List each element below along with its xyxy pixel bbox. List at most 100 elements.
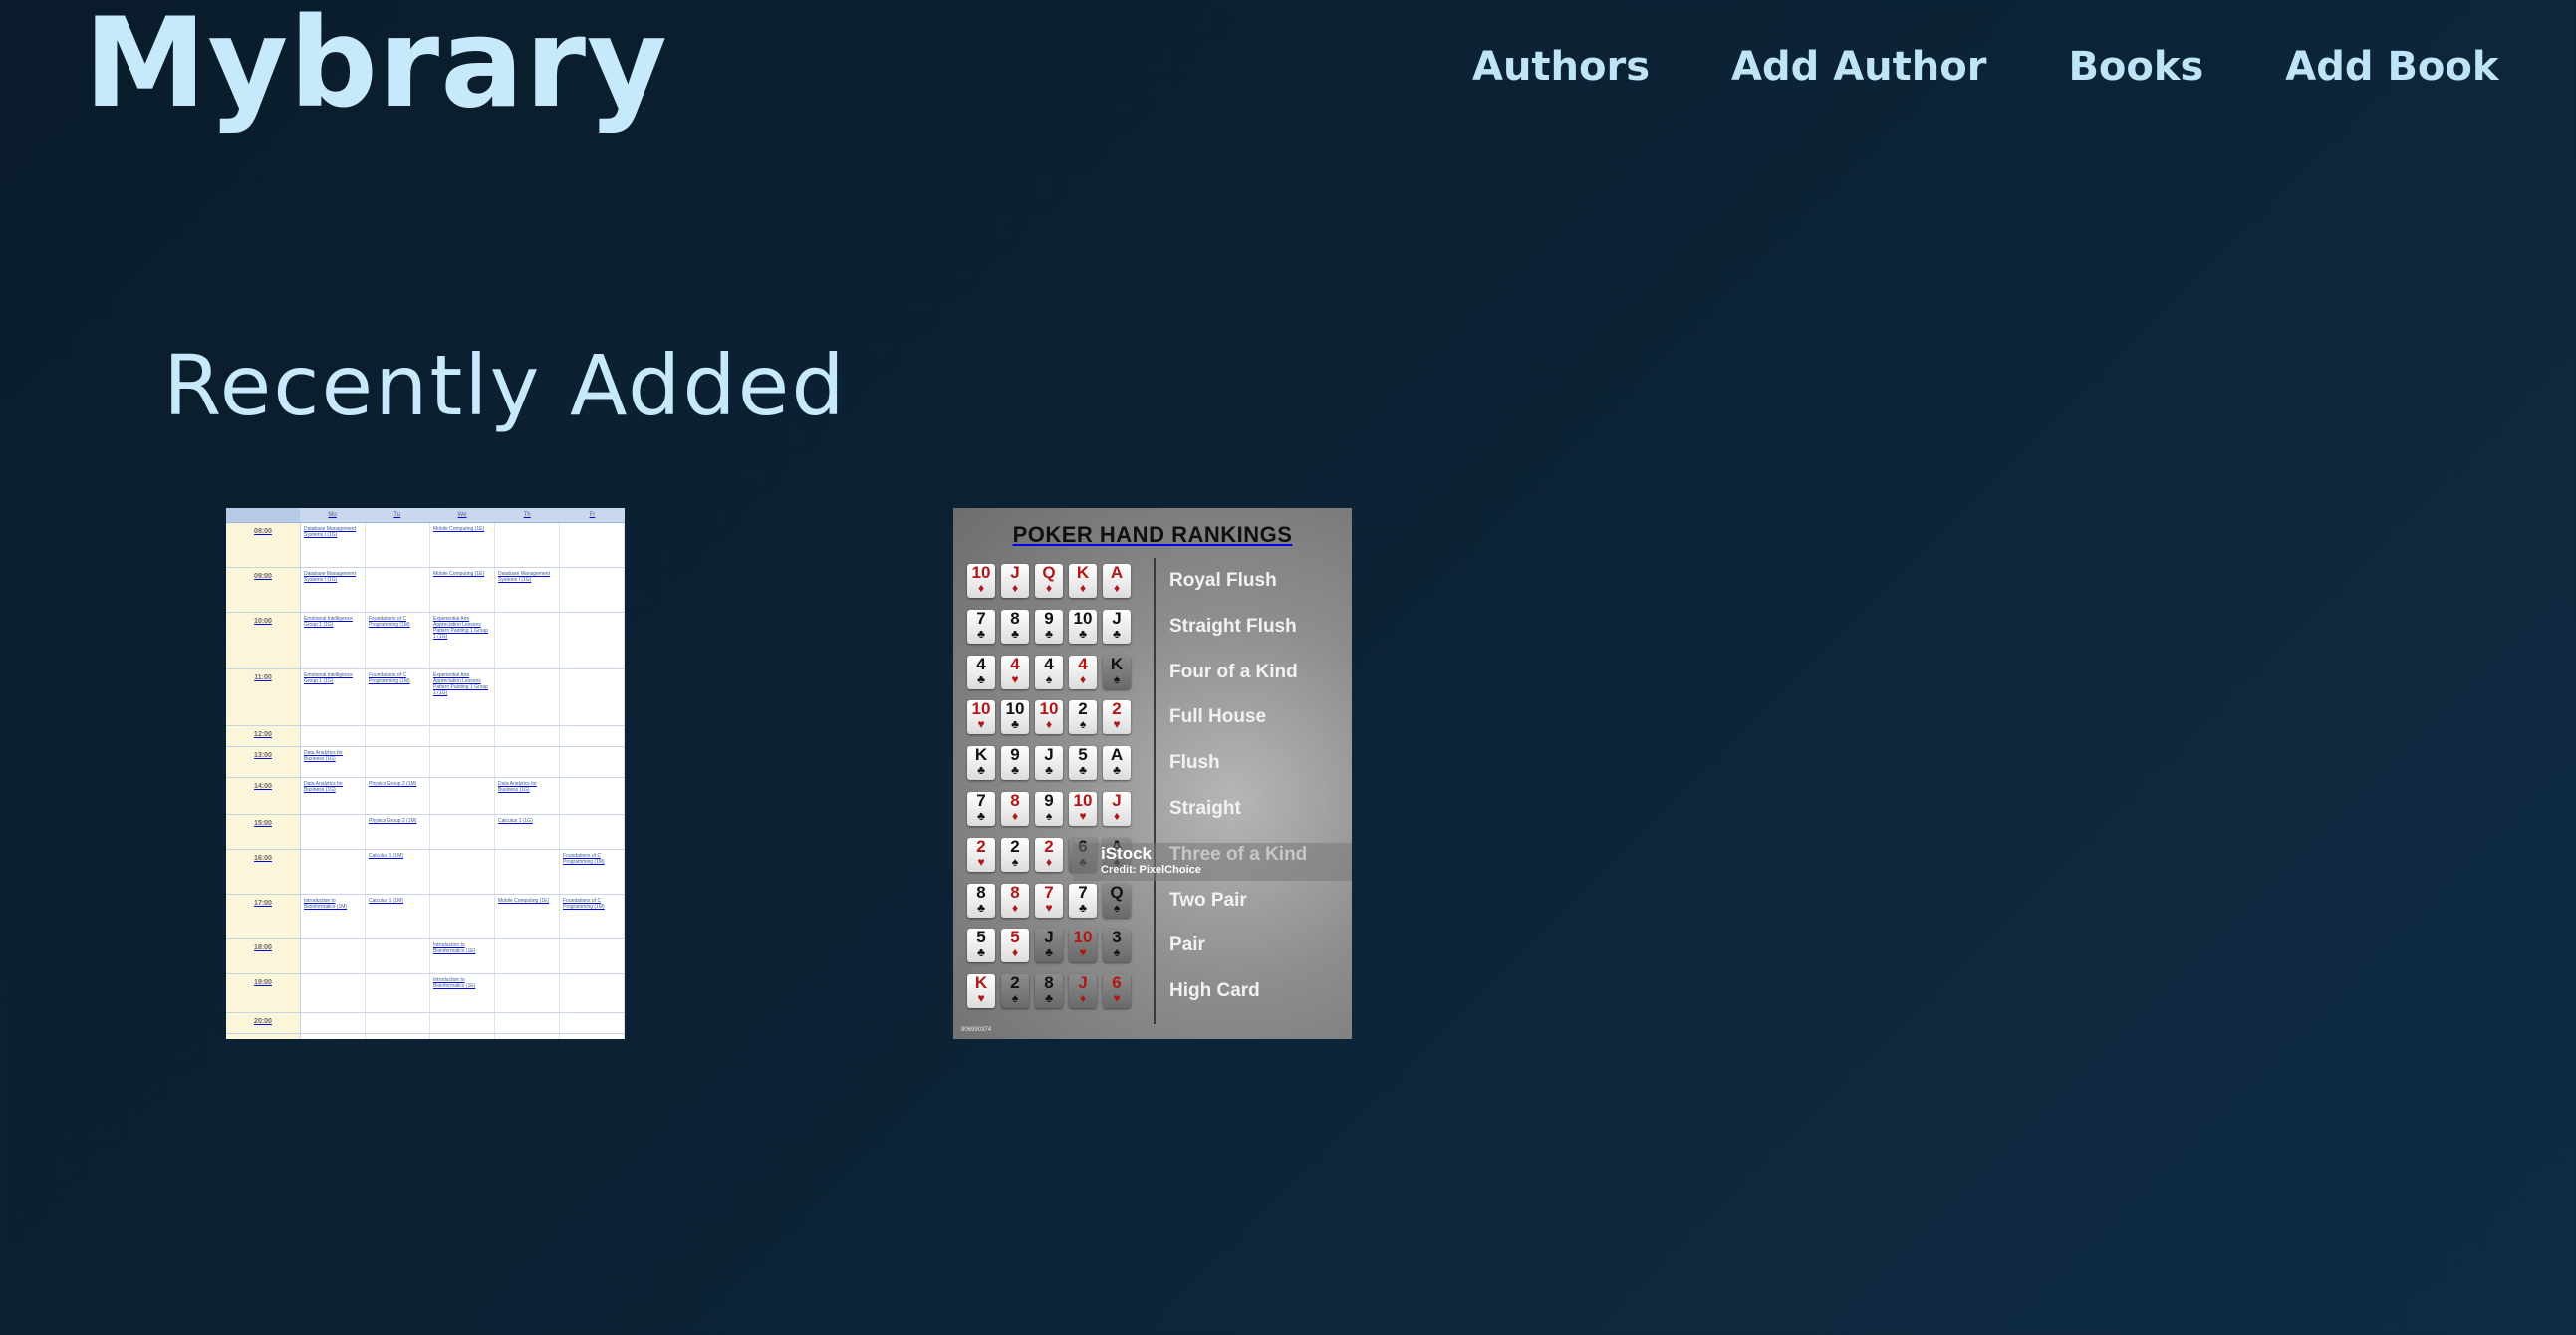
- playing-card: 2 ♠: [1069, 700, 1097, 735]
- schedule-cell: [301, 815, 366, 849]
- schedule-cell: [560, 815, 625, 849]
- schedule-cell: Calculus 1 (1G): [495, 815, 560, 849]
- playing-card: 8 ♣: [1035, 974, 1063, 1009]
- schedule-cell: Calculus 1 (1M): [366, 850, 430, 894]
- schedule-row: 08:00 Database Management Systems I (1G) M…: [226, 523, 625, 568]
- playing-card: 2 ♥: [1103, 700, 1131, 735]
- playing-card: 8 ♦: [1001, 792, 1029, 826]
- playing-card: J ♣: [1035, 746, 1063, 781]
- poker-hand-cards: 8 ♣ 8 ♦ 7 ♥ 7 ♣ Q ♠: [967, 883, 1137, 919]
- schedule-cell: Mobile Computing (1E): [430, 523, 495, 567]
- poker-hand-label: Straight: [1169, 798, 1241, 819]
- playing-card: 5 ♣: [1069, 746, 1097, 781]
- poker-hand-cards: K ♣ 9 ♣ J ♣ 5 ♣ A ♣: [967, 745, 1137, 781]
- schedule-cell: [366, 568, 430, 612]
- schedule-row: 13:00 Data Analytics for Business (1G): [226, 747, 625, 778]
- schedule-cell: Foundations of C Programming (1M): [560, 850, 625, 894]
- schedule-cell: [495, 726, 560, 746]
- schedule-cell: Mobile Computing (1E): [430, 568, 495, 612]
- playing-card: K ♣: [967, 746, 995, 781]
- poker-hand-label: Royal Flush: [1169, 570, 1277, 591]
- schedule-cell: [301, 974, 366, 1012]
- schedule-cell: [560, 568, 625, 612]
- schedule-cell: [366, 1013, 430, 1033]
- brand-logo[interactable]: Mybrary: [84, 0, 668, 135]
- nav-books[interactable]: Books: [2068, 44, 2203, 90]
- schedule-cell: [366, 523, 430, 567]
- nav-add-author[interactable]: Add Author: [1731, 44, 1986, 90]
- playing-card: J ♦: [1069, 974, 1097, 1009]
- playing-card: 4 ♣: [967, 655, 995, 689]
- schedule-cell: Emotional Intelligence Group 1 (1G): [301, 669, 366, 725]
- playing-card: 5 ♣: [967, 929, 995, 963]
- playing-card: K ♦: [1069, 564, 1097, 598]
- schedule-row: 18:00 Introduction to Bioinformatics (1E): [226, 939, 625, 974]
- poker-hand-cards: K ♥ 2 ♠ 8 ♣ J ♦ 6 ♥: [967, 973, 1137, 1009]
- schedule-cell: [430, 1013, 495, 1033]
- schedule-cell: [301, 726, 366, 746]
- playing-card: 4 ♦: [1069, 655, 1097, 689]
- schedule-cell: [560, 523, 625, 567]
- playing-card: J ♣: [1103, 609, 1131, 644]
- schedule-cell: [495, 974, 560, 1012]
- playing-card: 2 ♠: [1001, 837, 1029, 872]
- playing-card: 10 ♦: [967, 564, 995, 598]
- playing-card: K ♥: [967, 974, 995, 1009]
- book-cover-poker[interactable]: POKER HAND RANKINGS 10 ♦ J ♦ Q ♦ K ♦ A ♦ 7 ♣ 8 ♣ 9 ♣ 10 ♣…: [953, 508, 1352, 1039]
- playing-card: J ♦: [1001, 564, 1029, 598]
- poker-hand-cards: 5 ♣ 5 ♦ J ♣ 10 ♥ 3 ♠: [967, 928, 1137, 963]
- schedule-cell: Experiential Arts Appreciation Lessons P…: [430, 669, 495, 725]
- schedule-time: 08:00: [226, 523, 301, 567]
- schedule-time: 12:00: [226, 726, 301, 746]
- schedule-cell: Introduction to Bioinformatics (1M): [301, 895, 366, 938]
- playing-card: 2 ♥: [967, 837, 995, 872]
- schedule-cell: [366, 939, 430, 973]
- schedule-cell: [495, 1013, 560, 1033]
- playing-card: Q ♠: [1103, 883, 1131, 918]
- schedule-cell: [301, 939, 366, 973]
- poker-hand-label: Four of a Kind: [1169, 661, 1298, 682]
- schedule-cell: Experiential Arts Appreciation Lessons P…: [430, 613, 495, 668]
- schedule-cell: [430, 778, 495, 814]
- book-cover-schedule[interactable]: Mo Tu We Th Fr 08:00 Database Management Syst…: [226, 508, 625, 1039]
- nav-add-book[interactable]: Add Book: [2285, 44, 2498, 90]
- playing-card: 2 ♠: [1001, 974, 1029, 1009]
- schedule-cell: [560, 1013, 625, 1033]
- schedule-cell: [366, 726, 430, 746]
- playing-card: 7 ♣: [967, 609, 995, 644]
- playing-card: 4 ♠: [1035, 655, 1063, 689]
- playing-card: J ♣: [1035, 929, 1063, 963]
- schedule-time: 13:00: [226, 747, 301, 777]
- playing-card: K ♠: [1103, 655, 1131, 689]
- schedule-time: 09:00: [226, 568, 301, 612]
- poker-hand-label: Flush: [1169, 752, 1220, 774]
- schedule-cell: Introduction to Bioinformatics (1E): [430, 939, 495, 973]
- schedule-cell: Foundations of C Programming (1M): [366, 613, 430, 668]
- schedule-cell: [560, 974, 625, 1012]
- playing-card: 10 ♦: [1035, 700, 1063, 735]
- schedule-header: Mo Tu We Th Fr: [226, 508, 625, 523]
- schedule-cell: Database Management Systems I (1G): [301, 568, 366, 612]
- schedule-row: 17:00 Introduction to Bioinformatics (1M)…: [226, 895, 625, 939]
- istock-watermark: iStock: [1101, 844, 1153, 863]
- schedule-cell: Foundations of C Programming (1M): [366, 669, 430, 725]
- playing-card: 3 ♠: [1103, 929, 1131, 963]
- playing-card: A ♦: [1103, 564, 1131, 598]
- schedule-cell: [430, 747, 495, 777]
- schedule-cell: [495, 1034, 560, 1039]
- schedule-row: 19:00 Introduction to Bioinformatics (1E): [226, 974, 625, 1013]
- schedule-row: 09:00 Database Management Systems I (1G) M…: [226, 568, 625, 613]
- playing-card: 10 ♥: [1069, 929, 1097, 963]
- nav-authors[interactable]: Authors: [1472, 44, 1650, 90]
- schedule-cell: [366, 974, 430, 1012]
- schedule-time: 16:00: [226, 850, 301, 894]
- playing-card: 6 ♥: [1103, 974, 1131, 1009]
- playing-card: A ♣: [1103, 746, 1131, 781]
- poker-hand-label: High Card: [1169, 980, 1260, 1002]
- schedule-cell: [301, 1034, 366, 1039]
- schedule-time: 21:00: [226, 1034, 301, 1039]
- schedule-row: 10:00 Emotional Intelligence Group 1 (1G)…: [226, 613, 625, 669]
- schedule-cell: Emotional Intelligence Group 1 (1G): [301, 613, 366, 668]
- schedule-cell: [560, 726, 625, 746]
- main-nav: Authors Add Author Books Add Book: [1472, 44, 2576, 90]
